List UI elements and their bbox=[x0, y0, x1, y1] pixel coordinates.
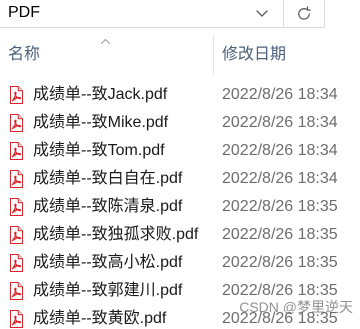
file-name: 成绩单--致高小松.pdf bbox=[33, 254, 183, 271]
pdf-file-icon bbox=[10, 282, 23, 300]
file-name: 成绩单--致Tom.pdf bbox=[33, 142, 165, 159]
file-name: 成绩单--致Mike.pdf bbox=[33, 114, 169, 131]
file-modified-date: 2022/8/26 18:34 bbox=[222, 114, 338, 131]
column-header-name-label: 名称 bbox=[8, 46, 41, 63]
file-name: 成绩单--致黄欧.pdf bbox=[33, 310, 167, 327]
file-row[interactable]: 成绩单--致Tom.pdf 2022/8/26 18:34 bbox=[0, 137, 360, 165]
file-modified-date: 2022/8/26 18:35 bbox=[222, 226, 338, 243]
refresh-icon bbox=[298, 6, 311, 20]
chevron-down-icon-path bbox=[256, 10, 268, 17]
pdf-file-icon bbox=[10, 310, 23, 328]
file-name: 成绩单--致陈清泉.pdf bbox=[33, 198, 183, 215]
file-row[interactable]: 成绩单--致陈清泉.pdf 2022/8/26 18:35 bbox=[0, 193, 360, 221]
pdf-file-icon bbox=[10, 114, 23, 132]
watermark: CSDN @梦里逆天 bbox=[239, 299, 353, 315]
file-row[interactable]: 成绩单--致Jack.pdf 2022/8/26 18:34 bbox=[0, 81, 360, 109]
pdf-file-icon bbox=[10, 170, 23, 188]
sort-ascending-icon-path bbox=[101, 39, 110, 44]
address-history-dropdown-button[interactable] bbox=[245, 0, 283, 27]
file-name: 成绩单--致白自在.pdf bbox=[33, 170, 183, 187]
file-name: 成绩单--致郭建川.pdf bbox=[33, 282, 183, 299]
column-header-name[interactable]: 名称 bbox=[0, 34, 213, 76]
file-list: 成绩单--致Jack.pdf 2022/8/26 18:34 成绩单--致Mik… bbox=[0, 81, 360, 329]
pdf-file-icon bbox=[10, 254, 23, 272]
refresh-button[interactable] bbox=[283, 0, 324, 27]
address-bar[interactable]: PDF bbox=[0, 0, 325, 28]
file-modified-date: 2022/8/26 18:34 bbox=[222, 170, 338, 187]
file-modified-date: 2022/8/26 18:34 bbox=[222, 86, 338, 103]
sort-ascending-icon bbox=[101, 39, 110, 44]
breadcrumb-current-folder[interactable]: PDF bbox=[8, 3, 40, 23]
file-modified-date: 2022/8/26 18:35 bbox=[222, 198, 338, 215]
chevron-down-icon bbox=[256, 10, 268, 17]
file-modified-date: 2022/8/26 18:34 bbox=[222, 142, 338, 159]
column-header-date-modified[interactable]: 修改日期 bbox=[214, 34, 360, 76]
file-row[interactable]: 成绩单--致白自在.pdf 2022/8/26 18:34 bbox=[0, 165, 360, 193]
pdf-file-icon bbox=[10, 198, 23, 216]
file-name: 成绩单--致Jack.pdf bbox=[33, 86, 168, 103]
pdf-file-icon bbox=[10, 142, 23, 160]
file-row[interactable]: 成绩单--致Mike.pdf 2022/8/26 18:34 bbox=[0, 109, 360, 137]
file-explorer-view: PDF 名称 修改日期 成绩单--致Jack.pdf 2022/8/26 18:… bbox=[0, 0, 360, 329]
pdf-file-icon bbox=[10, 86, 23, 104]
column-header-row: 名称 修改日期 bbox=[0, 34, 360, 76]
file-modified-date: 2022/8/26 18:35 bbox=[222, 254, 338, 271]
refresh-icon-arrowhead bbox=[306, 6, 311, 11]
column-header-date-modified-label: 修改日期 bbox=[222, 46, 287, 63]
file-name: 成绩单--致独孤求败.pdf bbox=[33, 226, 199, 243]
file-row[interactable]: 成绩单--致高小松.pdf 2022/8/26 18:35 bbox=[0, 249, 360, 277]
pdf-file-icon bbox=[10, 226, 23, 244]
file-row[interactable]: 成绩单--致独孤求败.pdf 2022/8/26 18:35 bbox=[0, 221, 360, 249]
